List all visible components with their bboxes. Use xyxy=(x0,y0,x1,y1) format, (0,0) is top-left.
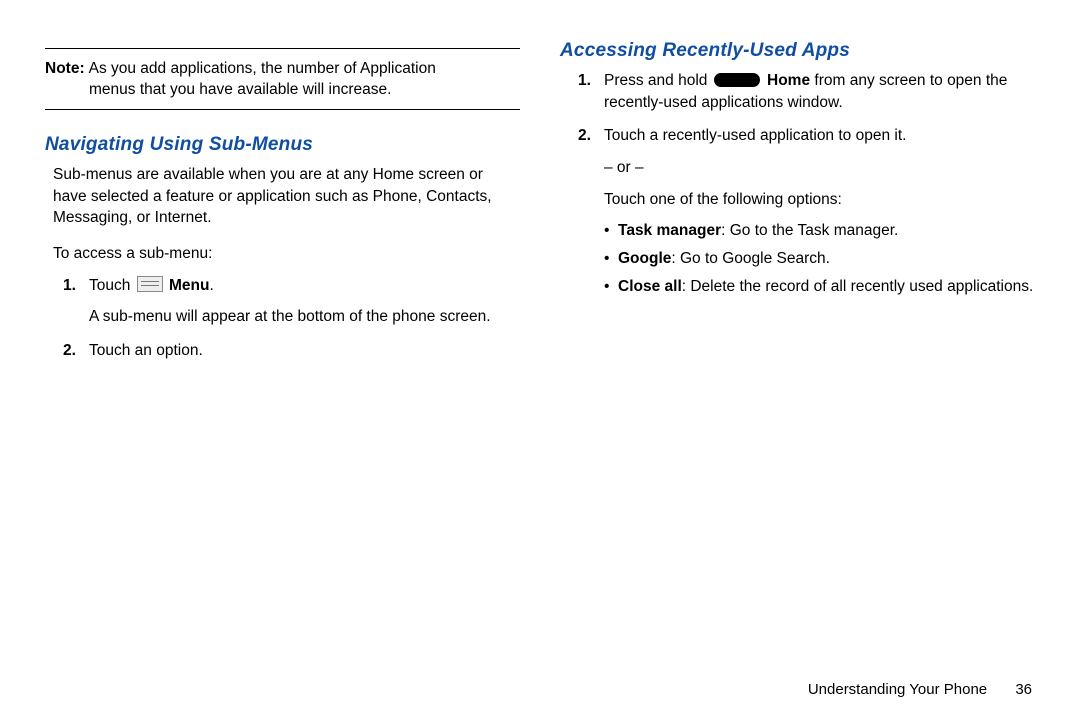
step1-touch-word: Touch xyxy=(89,277,135,294)
bullet-rest: : Delete the record of all recently used… xyxy=(682,278,1034,295)
bullet-close-all: • Close all: Delete the record of all re… xyxy=(604,276,1035,298)
step2-text: Touch an option. xyxy=(89,340,520,362)
submenu-step-1: 1. Touch Menu. A sub-menu will appear at… xyxy=(63,275,520,328)
bullet-dot: • xyxy=(604,248,618,270)
recent-step-2: 2. Touch a recently-used application to … xyxy=(578,125,1035,303)
recent-step1-line: Press and hold Home from any screen to o… xyxy=(604,70,1035,113)
page-footer: Understanding Your Phone 36 xyxy=(808,681,1032,698)
options-bullet-list: • Task manager: Go to the Task manager. … xyxy=(604,220,1035,297)
recent-step2-line1: Touch a recently-used application to ope… xyxy=(604,125,1035,147)
note-label: Note: xyxy=(45,59,85,80)
bullet-google: • Google: Go to Google Search. xyxy=(604,248,1035,270)
menu-icon xyxy=(137,276,163,292)
step1-description: A sub-menu will appear at the bottom of … xyxy=(89,306,520,328)
step-number: 2. xyxy=(578,125,604,303)
note-text-line1: As you add applications, the number of A… xyxy=(89,59,520,80)
step1-menu-word: Menu xyxy=(165,277,210,294)
footer-page-number: 36 xyxy=(1015,681,1032,698)
bullet-dot: • xyxy=(604,276,618,298)
submenu-steps-list: 1. Touch Menu. A sub-menu will appear at… xyxy=(63,275,520,362)
bullet-task-manager: • Task manager: Go to the Task manager. xyxy=(604,220,1035,242)
horizontal-rule-top xyxy=(45,48,520,49)
recent-step2-or: – or – xyxy=(604,157,1035,179)
access-submenu-line: To access a sub-menu: xyxy=(53,243,520,265)
step1-period: . xyxy=(209,277,213,294)
step1-prefix: Press and hold xyxy=(604,72,712,89)
heading-accessing-recent-apps: Accessing Recently-Used Apps xyxy=(560,40,1035,62)
note-block: Note: As you add applications, the numbe… xyxy=(45,59,520,101)
step1-home-word: Home xyxy=(763,72,810,89)
step-number: 1. xyxy=(578,70,604,113)
bullet-dot: • xyxy=(604,220,618,242)
bullet-rest: : Go to the Task manager. xyxy=(721,222,898,239)
left-column: Note: As you add applications, the numbe… xyxy=(45,40,520,374)
submenu-intro-paragraph: Sub-menus are available when you are at … xyxy=(53,164,520,229)
recent-apps-steps-list: 1. Press and hold Home from any screen t… xyxy=(578,70,1035,304)
bullet-label: Close all xyxy=(618,278,682,295)
recent-step2-line3: Touch one of the following options: xyxy=(604,189,1035,211)
note-text-line2: menus that you have available will incre… xyxy=(45,80,520,101)
bullet-label: Task manager xyxy=(618,222,721,239)
page-two-column-layout: Note: As you add applications, the numbe… xyxy=(0,0,1080,374)
horizontal-rule-bottom xyxy=(45,109,520,110)
bullet-rest: : Go to Google Search. xyxy=(671,250,830,267)
step-number: 1. xyxy=(63,275,89,328)
heading-navigating-sub-menus: Navigating Using Sub-Menus xyxy=(45,134,520,156)
submenu-step-2: 2. Touch an option. xyxy=(63,340,520,362)
bullet-label: Google xyxy=(618,250,671,267)
home-button-icon xyxy=(714,73,760,87)
footer-section-title: Understanding Your Phone xyxy=(808,681,987,698)
step1-touch-menu-line: Touch Menu. xyxy=(89,275,520,297)
recent-step-1: 1. Press and hold Home from any screen t… xyxy=(578,70,1035,113)
right-column: Accessing Recently-Used Apps 1. Press an… xyxy=(560,40,1035,374)
step-number: 2. xyxy=(63,340,89,362)
